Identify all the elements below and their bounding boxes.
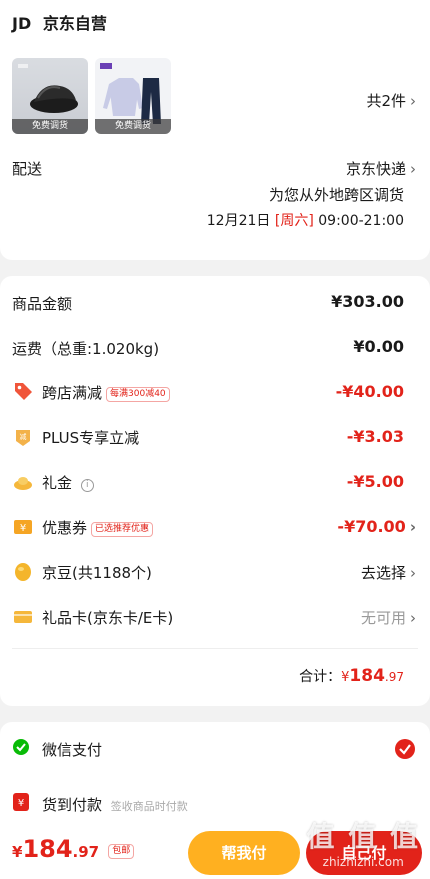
total-label: 合计：: [299, 669, 342, 685]
bottom-integer: 184: [22, 835, 73, 863]
cross-store-label: 跨店满减: [42, 384, 103, 402]
goods-amount-label: 商品金额: [12, 295, 73, 313]
gift-card-value: 无可用: [360, 609, 406, 627]
total-row: 合计：¥184.97: [299, 666, 404, 686]
cross-store-badge: 每满300减40: [106, 387, 170, 402]
chevron-right-icon: ›: [410, 160, 416, 178]
coupon-value: -¥70.00: [337, 517, 406, 536]
total-decimal: .97: [384, 670, 404, 684]
cod-icon: ¥: [13, 793, 29, 811]
product-thumb-outfit[interactable]: 免费调货: [95, 58, 171, 134]
svg-text:减: 减: [20, 432, 27, 441]
cod-row[interactable]: 货到付款 签收商品时付款: [42, 794, 188, 815]
gift-card-label: 礼品卡(京东卡/E卡): [42, 609, 174, 627]
shop-title: JD 京东自营: [12, 10, 107, 34]
shop-name: 京东自营: [42, 14, 107, 33]
freight-value: ¥0.00: [353, 337, 404, 356]
coupon-badge: 已选推荐优惠: [91, 522, 154, 537]
chevron-right-icon: ›: [410, 564, 416, 582]
gift-money-row: 礼金 i: [42, 472, 94, 493]
svg-text:¥: ¥: [20, 523, 26, 534]
chevron-right-icon: ›: [409, 518, 416, 536]
delivery-hours: 09:00-21:00: [318, 213, 404, 229]
wechat-pay-label[interactable]: 微信支付: [42, 739, 102, 760]
gift-card-icon: [14, 611, 32, 623]
product-tag: 免费调货: [95, 119, 171, 134]
gold-ingot-icon: [14, 477, 32, 490]
svg-text:¥: ¥: [18, 798, 24, 809]
bottom-currency: ¥: [12, 843, 23, 861]
help-pay-button[interactable]: 帮我付: [188, 831, 300, 875]
plus-value: -¥3.03: [346, 427, 404, 446]
info-icon[interactable]: i: [80, 479, 94, 492]
chevron-right-icon: ›: [410, 92, 416, 110]
divider: [12, 648, 418, 649]
delivery-method: 京东快递: [345, 160, 406, 178]
delivery-time[interactable]: 12月21日 [周六] 09:00-21:00: [207, 210, 404, 230]
plus-badge-icon: 减: [16, 430, 30, 446]
chevron-right-icon: ›: [410, 609, 416, 627]
bottom-decimal: .97: [72, 843, 100, 861]
product-tag: 免费调货: [12, 119, 88, 134]
gift-money-label: 礼金: [42, 474, 73, 492]
bottom-total: ¥184.97 包邮: [12, 835, 135, 863]
cod-label: 货到付款: [42, 796, 103, 814]
jd-logo: JD: [12, 14, 32, 33]
products-count-link[interactable]: 共2件 ›: [366, 90, 416, 111]
coupon-value-link[interactable]: -¥70.00 ›: [337, 517, 416, 536]
coupon-icon: ¥: [14, 520, 32, 534]
cross-store-value: -¥40.00: [335, 382, 404, 401]
product-thumb-slippers[interactable]: 免费调货: [12, 58, 88, 134]
jd-bean-select[interactable]: 去选择 ›: [361, 562, 416, 583]
coupon-row[interactable]: 优惠券 已选推荐优惠: [42, 517, 154, 538]
watermark-logo: 值 值 值: [306, 820, 420, 853]
cross-store-row: 跨店满减 每满300减40: [42, 382, 170, 403]
coupon-label: 优惠券: [42, 519, 88, 537]
delivery-label: 配送: [12, 160, 43, 178]
discount-tag-icon: [15, 383, 32, 400]
selected-check-icon[interactable]: [394, 738, 416, 760]
delivery-note: 为您从外地跨区调货: [268, 186, 404, 204]
jd-bean-label: 京豆(共1188个): [42, 564, 152, 582]
wechat-check-icon: [13, 739, 29, 755]
products-count: 共2件: [366, 92, 406, 110]
jd-bean-value: 去选择: [360, 564, 406, 582]
watermark: 值 值 值 zhizhizhi.com: [307, 815, 421, 869]
watermark-url: zhizhizhi.com: [322, 855, 404, 869]
price-summary-card: 商品金额 ¥303.00 运费（总重:1.020kg) ¥0.00 跨店满减 每满…: [0, 276, 430, 706]
shop-card: JD 京东自营 免费调货 免费调货 共2件 › 配送 京东快递 › 为您从外地跨区调…: [0, 0, 430, 260]
delivery-method-link[interactable]: 京东快递 ›: [346, 158, 416, 179]
gift-money-value: -¥5.00: [346, 472, 404, 491]
gift-card-select[interactable]: 无可用 ›: [361, 607, 416, 628]
delivery-date: 12月21日: [206, 213, 271, 229]
free-shipping-badge: 包邮: [108, 844, 135, 859]
delivery-weekday: [周六]: [274, 213, 314, 229]
total-integer: 184: [349, 666, 385, 686]
cod-note: 签收商品时付款: [110, 800, 188, 813]
goods-amount-value: ¥303.00: [331, 292, 404, 311]
freight-label: 运费（总重:1.020kg): [12, 340, 160, 358]
jd-bean-icon: [15, 563, 31, 581]
plus-label: PLUS专享立减: [42, 429, 140, 447]
